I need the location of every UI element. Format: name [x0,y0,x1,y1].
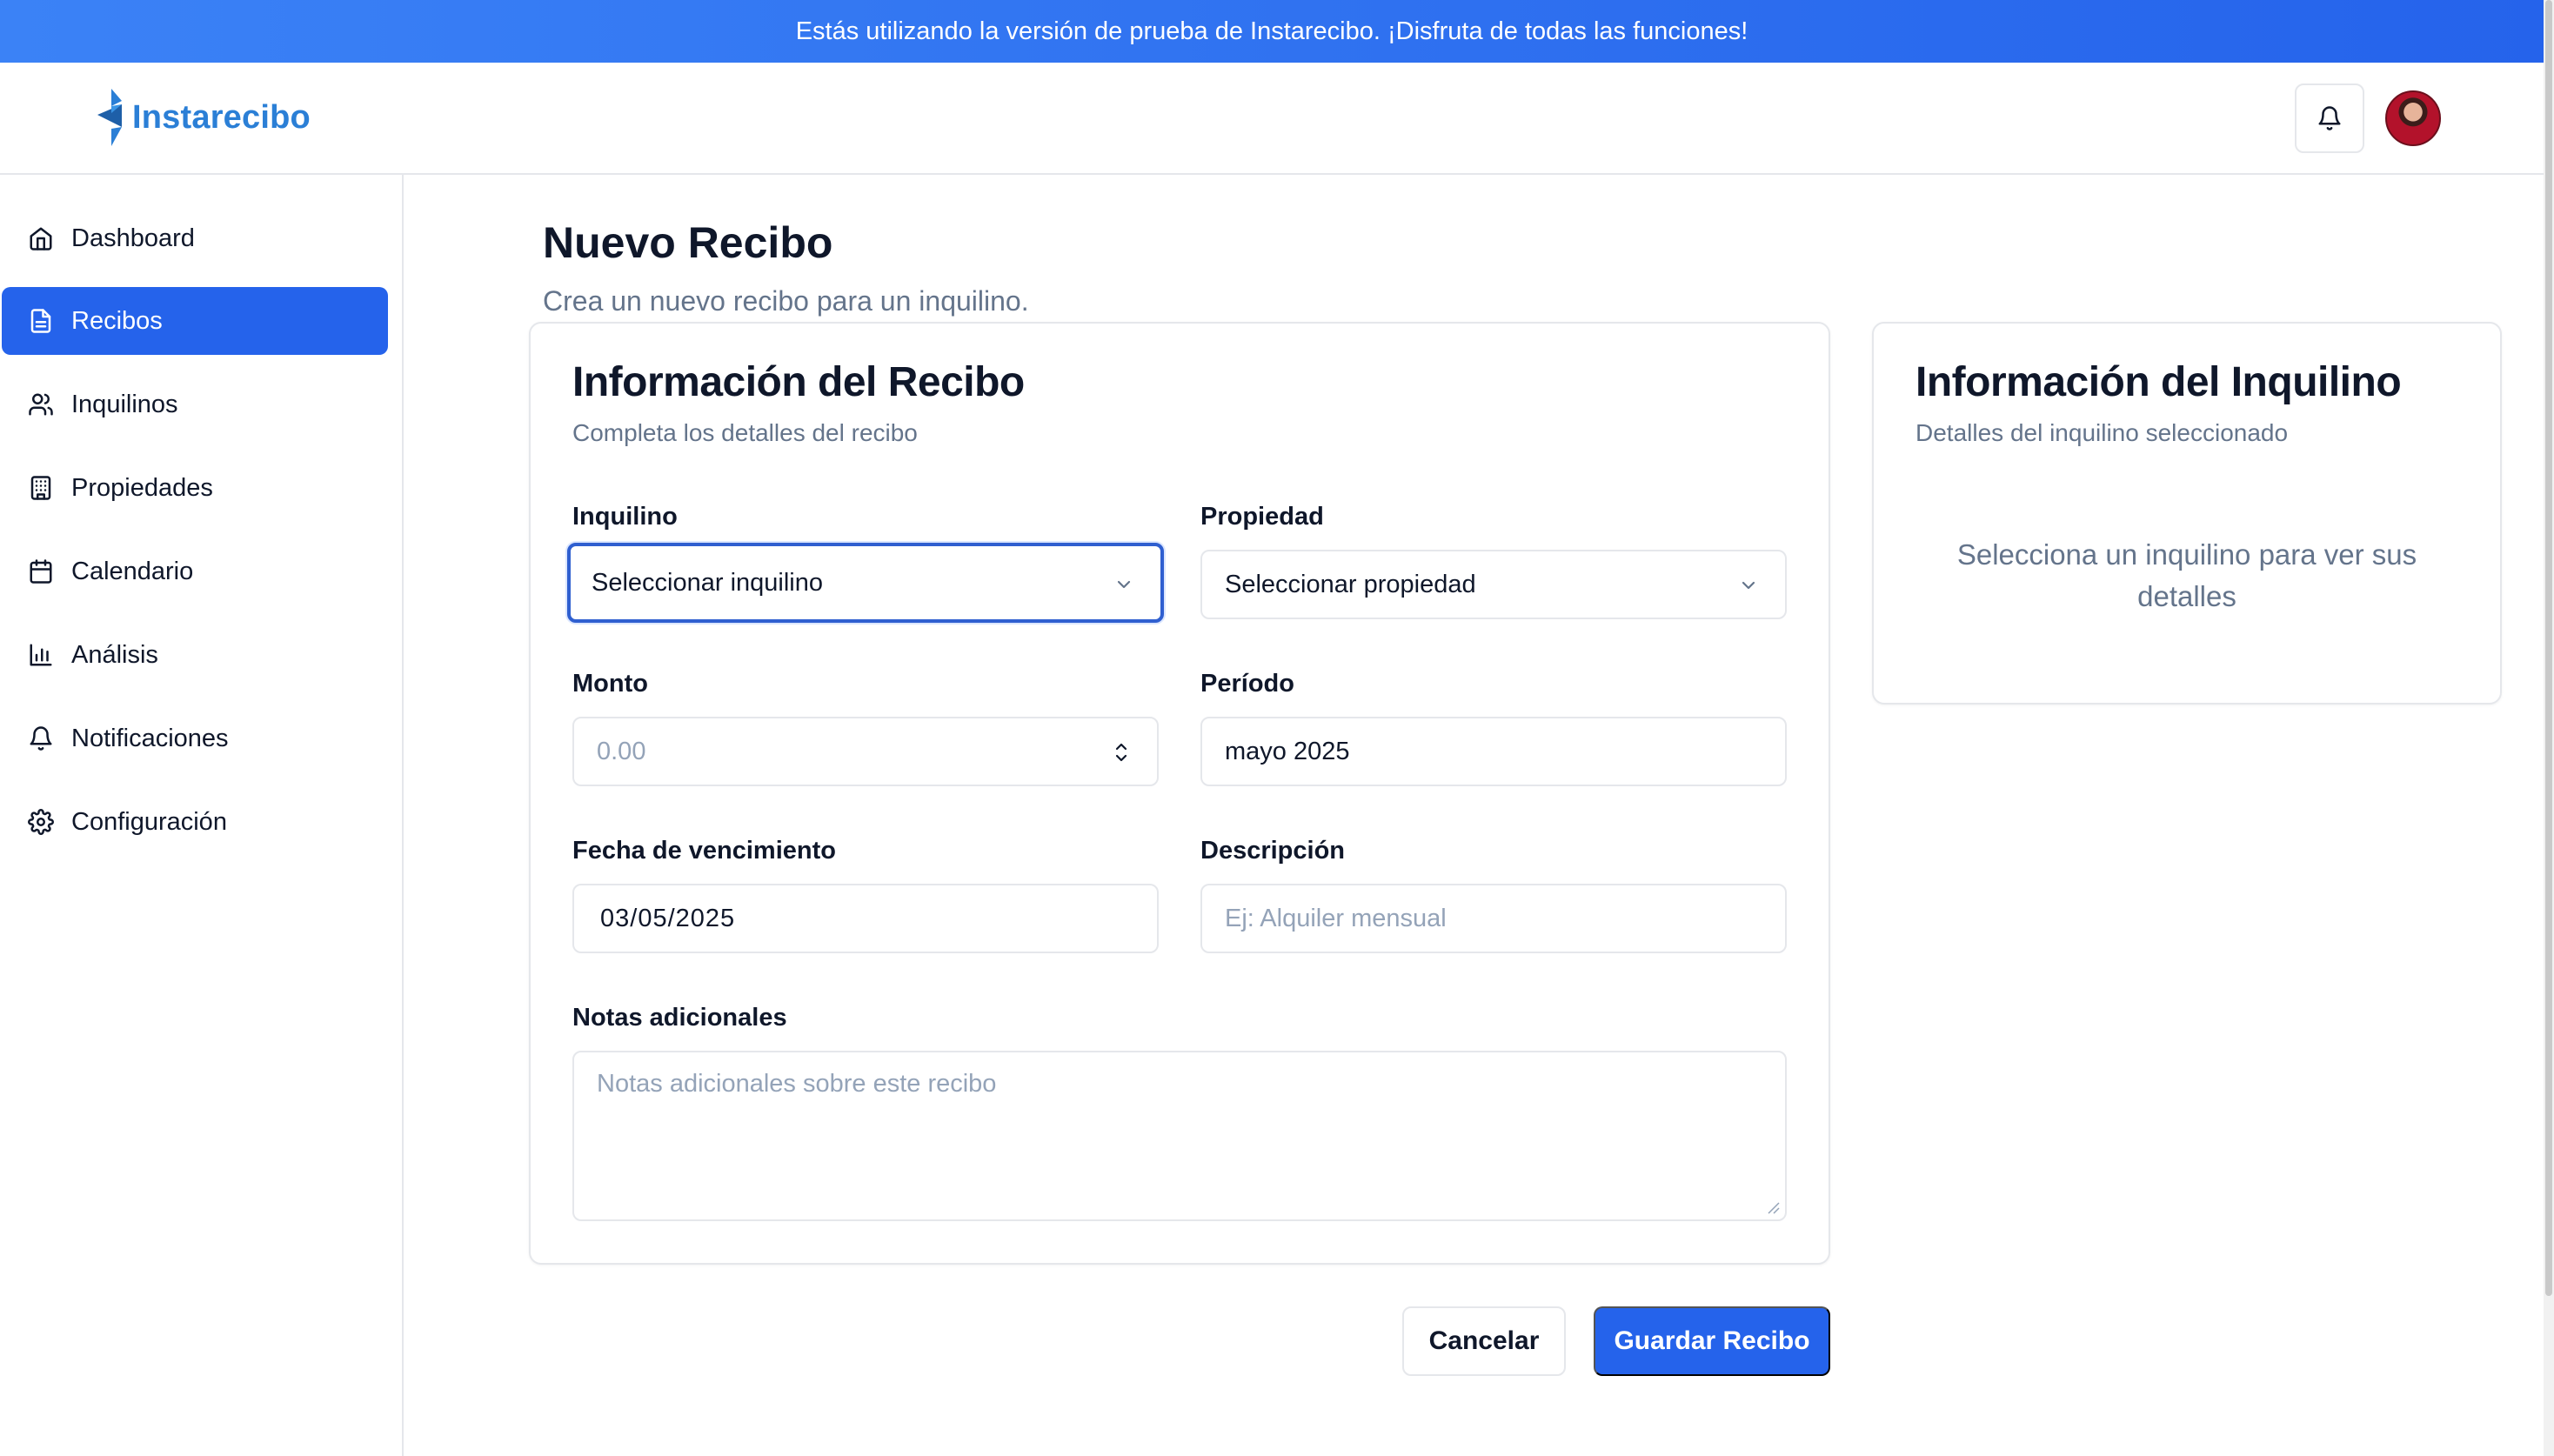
bell-icon [30,726,52,751]
property-select-value: Seleccionar propiedad [1225,570,1476,598]
description-label: Descripción [1200,837,1345,865]
user-avatar[interactable] [2385,90,2441,146]
sidebar-item-label: Recibos [71,306,163,335]
sidebar-item-calendario[interactable]: Calendario [2,538,388,605]
chevron-down-icon [1742,581,1755,590]
description-placeholder: Ej: Alquiler mensual [1225,904,1447,932]
receipt-card-title: Información del Recibo [572,359,1025,405]
sidebar: Dashboard Recibos Inquilinos Propiedades… [0,175,404,1456]
sidebar-item-label: Análisis [71,640,158,669]
notes-textarea[interactable]: Notas adicionales sobre este recibo [572,1051,1787,1221]
sidebar-item-notificaciones[interactable]: Notificaciones [2,705,388,772]
due-date-input[interactable]: 03/05/2025 [572,884,1159,953]
tenant-card-title: Información del Inquilino [1916,359,2402,405]
amount-label: Monto [572,670,648,698]
tenant-label: Inquilino [572,503,678,531]
gear-icon [28,809,54,835]
description-input[interactable]: Ej: Alquiler mensual [1200,884,1787,953]
tenant-select-value: Seleccionar inquilino [592,568,823,597]
bell-icon [2318,106,2341,130]
sidebar-item-label: Configuración [71,807,227,836]
cancel-button[interactable]: Cancelar [1402,1306,1566,1376]
sidebar-item-label: Calendario [71,557,194,585]
notifications-button[interactable] [2295,83,2364,153]
number-stepper-icon[interactable] [1112,738,1131,767]
property-select[interactable]: Seleccionar propiedad [1200,550,1787,619]
receipt-card-description: Completa los detalles del recibo [572,419,918,446]
brand-name: Instarecibo [132,98,311,136]
sidebar-item-dashboard[interactable]: Dashboard [2,204,388,272]
due-date-label: Fecha de vencimiento [572,837,836,865]
period-value: mayo 2025 [1225,737,1350,765]
home-icon [30,227,52,250]
period-label: Período [1200,670,1294,698]
amount-placeholder: 0.00 [597,737,646,765]
tenant-select[interactable]: Seleccionar inquilino [567,543,1164,623]
resize-grip-icon[interactable] [1766,1200,1780,1214]
amount-input[interactable]: 0.00 [572,717,1159,786]
page-subtitle: Crea un nuevo recibo para un inquilino. [543,285,1029,317]
sidebar-item-analisis[interactable]: Análisis [2,621,388,689]
scrollbar-thumb[interactable] [2545,0,2552,1296]
property-label: Propiedad [1200,503,1324,531]
sidebar-item-label: Dashboard [71,224,195,252]
bar-chart-icon [30,644,52,666]
trial-banner: Estás utilizando la versión de prueba de… [0,0,2544,63]
tenant-card-description: Detalles del inquilino seleccionado [1916,419,2289,446]
brand-logo[interactable]: Instarecibo [94,89,311,146]
sidebar-item-propiedades[interactable]: Propiedades [2,454,388,522]
sidebar-item-configuracion[interactable]: Configuración [2,788,388,856]
page-title: Nuevo Recibo [543,218,833,267]
period-input[interactable]: mayo 2025 [1200,717,1787,786]
users-icon [29,393,53,416]
sidebar-item-inquilinos[interactable]: Inquilinos [2,371,388,438]
file-text-icon [30,309,51,333]
calendar-icon [30,559,52,584]
due-date-value: 03/05/2025 [600,904,736,932]
sidebar-item-label: Notificaciones [71,724,229,752]
chevron-down-icon [1117,580,1131,589]
sidebar-item-label: Propiedades [71,473,213,502]
sidebar-item-label: Inquilinos [71,390,178,418]
top-header: Instarecibo [0,63,2544,175]
logo-icon [97,89,122,146]
notes-placeholder: Notas adicionales sobre este recibo [597,1070,997,1098]
trial-banner-text: Estás utilizando la versión de prueba de… [795,17,1748,45]
tenant-empty-message: Selecciona un inquilino para ver sus det… [1956,538,2417,612]
save-receipt-button[interactable]: Guardar Recibo [1594,1306,1830,1376]
building-icon [30,476,51,500]
notes-label: Notas adicionales [572,1004,787,1032]
sidebar-item-recibos[interactable]: Recibos [2,287,388,355]
